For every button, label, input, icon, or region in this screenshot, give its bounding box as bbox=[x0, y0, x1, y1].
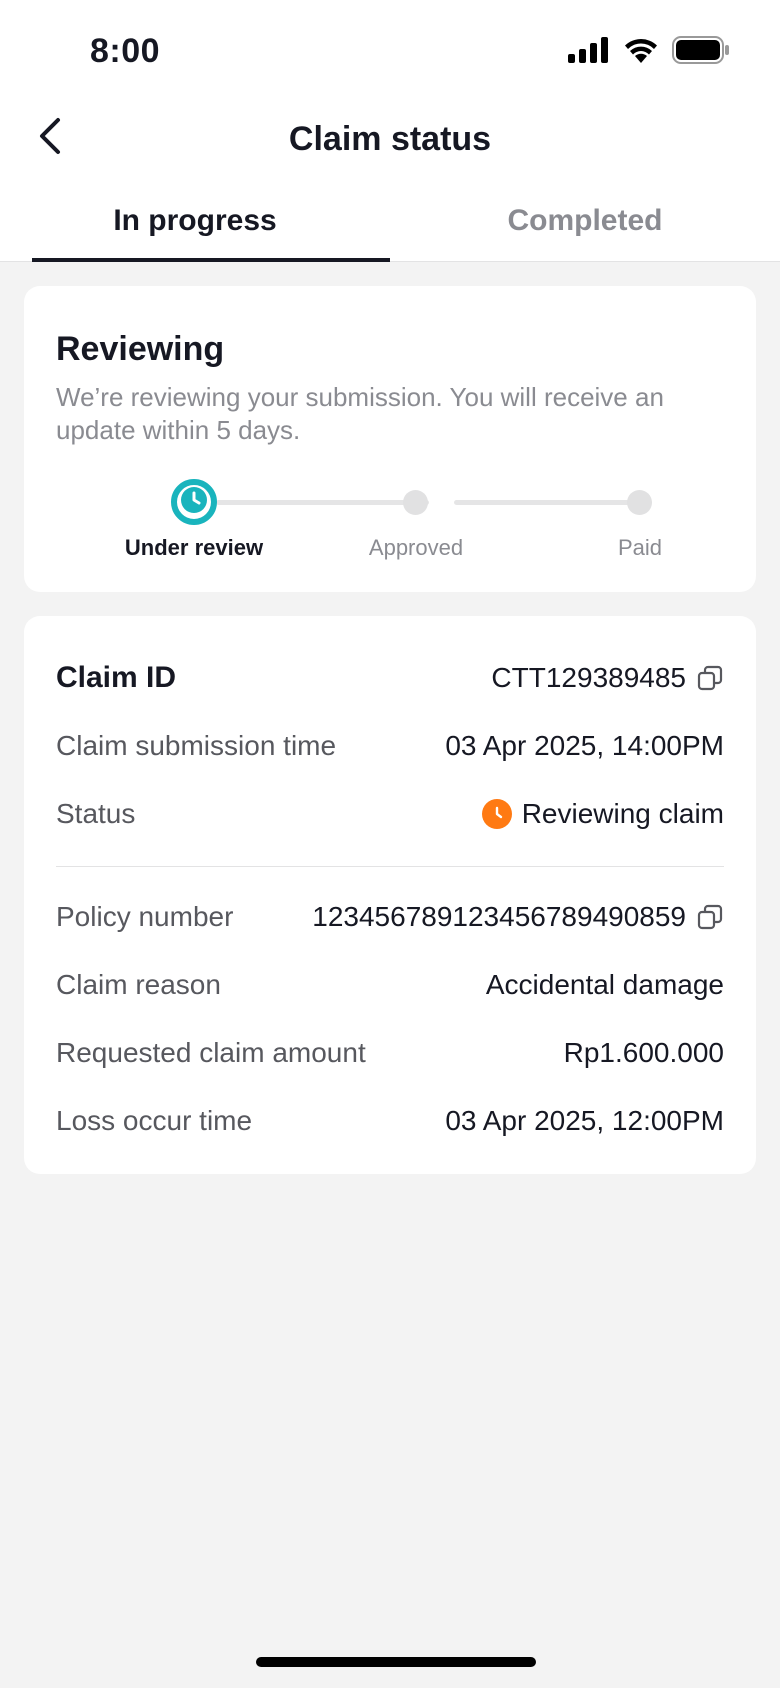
page-title: Claim status bbox=[288, 120, 492, 158]
step-under-review-dot bbox=[171, 479, 217, 525]
divider bbox=[56, 866, 724, 867]
status-row: Status Reviewing claim bbox=[56, 780, 724, 848]
battery-icon bbox=[672, 36, 730, 69]
tab-bar: In progress Completed bbox=[0, 174, 780, 262]
home-indicator bbox=[256, 1657, 536, 1667]
tab-completed[interactable]: Completed bbox=[390, 174, 780, 261]
submission-time-row: Claim submission time 03 Apr 2025, 14:00… bbox=[56, 712, 724, 780]
policy-number-label: Policy number bbox=[56, 901, 234, 932]
review-heading: Reviewing bbox=[56, 330, 225, 368]
claim-amount-row: Requested claim amount Rp1.600.000 bbox=[56, 1019, 724, 1087]
claim-id-value: CTT129389485 bbox=[491, 662, 686, 693]
submission-time-label: Claim submission time bbox=[56, 730, 337, 761]
review-description: We’re reviewing your submission. You wil… bbox=[56, 382, 664, 445]
signal-icon bbox=[568, 37, 610, 68]
claim-id-row: Claim ID CTT129389485 bbox=[56, 644, 724, 712]
submission-time-value: 03 Apr 2025, 14:00PM bbox=[445, 730, 724, 761]
claim-details-card: Claim ID CTT129389485 Claim submission t… bbox=[24, 616, 756, 1174]
status-label: Status bbox=[56, 798, 136, 829]
claim-amount-label: Requested claim amount bbox=[56, 1037, 366, 1068]
copy-icon[interactable] bbox=[696, 903, 724, 931]
clock-icon bbox=[179, 485, 209, 520]
step-label-paid: Paid bbox=[617, 535, 663, 560]
claim-reason-row: Claim reason Accidental damage bbox=[56, 951, 724, 1019]
step-label-under-review: Under review bbox=[124, 535, 264, 560]
top-area: 8:00 Claim status In progress Completed bbox=[0, 0, 780, 262]
claim-reason-label: Claim reason bbox=[56, 969, 221, 1000]
step-connector bbox=[216, 500, 429, 505]
claim-amount-value: Rp1.600.000 bbox=[563, 1037, 724, 1068]
progress-stepper: Under review Approved Paid bbox=[56, 479, 724, 579]
policy-number-value: 1234567891234567894​90859 bbox=[312, 901, 686, 932]
status-icons bbox=[568, 36, 730, 69]
clock-icon bbox=[481, 799, 512, 829]
step-approved-dot bbox=[403, 490, 428, 515]
loss-time-label: Loss occur time bbox=[56, 1105, 253, 1136]
status-time: 8:00 bbox=[90, 32, 161, 70]
loss-time-row: Loss occur time 03 Apr 2025, 12:00PM bbox=[56, 1087, 724, 1155]
tab-in-progress[interactable]: In progress bbox=[0, 174, 390, 262]
step-label-approved: Approved bbox=[368, 535, 464, 560]
copy-icon[interactable] bbox=[696, 664, 724, 692]
loss-time-value: 03 Apr 2025, 12:00PM bbox=[445, 1105, 724, 1136]
wifi-icon bbox=[624, 37, 658, 68]
nav-bar: Claim status bbox=[0, 104, 780, 174]
status-value: Reviewing claim bbox=[521, 798, 724, 829]
claim-id-label: Claim ID bbox=[56, 661, 177, 694]
step-connector bbox=[454, 500, 652, 505]
step-paid-dot bbox=[627, 490, 652, 515]
status-bar: 8:00 bbox=[0, 0, 780, 104]
claim-reason-value: Accidental damage bbox=[485, 969, 724, 1000]
policy-number-row: Policy number 1234567891234567894​90859 bbox=[56, 883, 724, 951]
review-status-card: Reviewing We’re reviewing your submissio… bbox=[24, 286, 756, 592]
